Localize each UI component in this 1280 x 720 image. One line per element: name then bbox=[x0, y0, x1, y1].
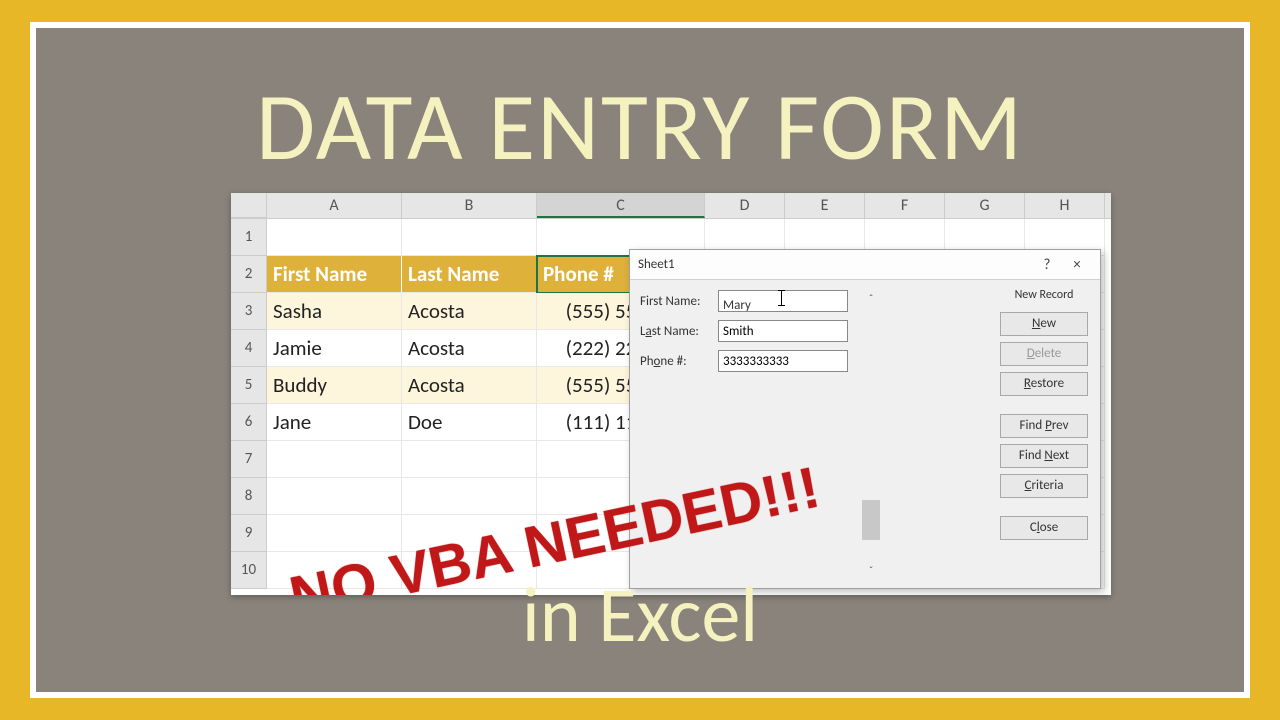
phone-label: Phone #: bbox=[640, 354, 718, 369]
select-all-corner[interactable] bbox=[231, 193, 267, 218]
chevron-up-icon[interactable]: ˆ bbox=[862, 290, 880, 308]
row-header[interactable]: 4 bbox=[231, 330, 267, 367]
first-name-field[interactable]: Mary bbox=[718, 290, 848, 312]
column-headers-row: A B C D E F G H bbox=[231, 193, 1111, 219]
cell-last-name[interactable]: Acosta bbox=[402, 293, 537, 330]
cell[interactable] bbox=[267, 441, 402, 478]
cell-last-name[interactable]: Acosta bbox=[402, 367, 537, 404]
row-header[interactable]: 3 bbox=[231, 293, 267, 330]
phone-field[interactable] bbox=[718, 350, 848, 372]
first-name-label: First Name: bbox=[640, 294, 718, 309]
cell-first-name[interactable]: Jane bbox=[267, 404, 402, 441]
last-name-field[interactable] bbox=[718, 320, 848, 342]
close-button[interactable]: Close bbox=[1000, 516, 1088, 540]
excel-screenshot: A B C D E F G H 1 bbox=[231, 193, 1111, 595]
record-scrollbar[interactable]: ˆ ˇ bbox=[862, 290, 880, 580]
last-name-label: Last Name: bbox=[640, 324, 718, 339]
row-header[interactable]: 5 bbox=[231, 367, 267, 404]
dialog-title: Sheet1 bbox=[638, 257, 1032, 272]
column-header-A[interactable]: A bbox=[267, 193, 402, 218]
cell-first-name[interactable]: Jamie bbox=[267, 330, 402, 367]
column-header-H[interactable]: H bbox=[1025, 193, 1105, 218]
row-header[interactable]: 8 bbox=[231, 478, 267, 515]
cell-last-name[interactable]: Acosta bbox=[402, 330, 537, 367]
scrollbar-thumb[interactable] bbox=[862, 500, 880, 540]
row-header[interactable]: 9 bbox=[231, 515, 267, 552]
new-button[interactable]: New bbox=[1000, 312, 1088, 336]
table-header-first-name[interactable]: First Name bbox=[267, 256, 402, 293]
text-cursor-icon bbox=[781, 290, 782, 306]
column-header-C[interactable]: C bbox=[537, 193, 705, 218]
row-header[interactable]: 6 bbox=[231, 404, 267, 441]
cell[interactable] bbox=[267, 219, 402, 256]
delete-button[interactable]: Delete bbox=[1000, 342, 1088, 366]
find-prev-button[interactable]: Find Prev bbox=[1000, 414, 1088, 438]
column-header-B[interactable]: B bbox=[402, 193, 537, 218]
cell-first-name[interactable]: Buddy bbox=[267, 367, 402, 404]
cell[interactable] bbox=[402, 515, 537, 552]
cell[interactable] bbox=[267, 515, 402, 552]
find-next-button[interactable]: Find Next bbox=[1000, 444, 1088, 468]
cell[interactable] bbox=[402, 478, 537, 515]
cell[interactable] bbox=[267, 478, 402, 515]
close-icon[interactable]: × bbox=[1062, 256, 1092, 274]
data-form-dialog: Sheet1 ? × First Name: Mary Last Name: P… bbox=[629, 249, 1101, 589]
column-header-G[interactable]: G bbox=[945, 193, 1025, 218]
cell-last-name[interactable]: Doe bbox=[402, 404, 537, 441]
row-header[interactable]: 7 bbox=[231, 441, 267, 478]
column-header-E[interactable]: E bbox=[785, 193, 865, 218]
help-button[interactable]: ? bbox=[1032, 256, 1062, 274]
cell[interactable] bbox=[402, 441, 537, 478]
row-header[interactable]: 1 bbox=[231, 219, 267, 256]
page-subtitle: in Excel bbox=[36, 567, 1244, 662]
row-header[interactable]: 2 bbox=[231, 256, 267, 293]
cell-first-name[interactable]: Sasha bbox=[267, 293, 402, 330]
restore-button[interactable]: Restore bbox=[1000, 372, 1088, 396]
column-header-F[interactable]: F bbox=[865, 193, 945, 218]
cell[interactable] bbox=[402, 219, 537, 256]
thumbnail-frame: DATA ENTRY FORM A B C D E F G H 1 bbox=[30, 22, 1250, 698]
dialog-titlebar[interactable]: Sheet1 ? × bbox=[630, 250, 1100, 280]
page-title: DATA ENTRY FORM bbox=[36, 68, 1244, 185]
table-header-last-name[interactable]: Last Name bbox=[402, 256, 537, 293]
column-header-D[interactable]: D bbox=[705, 193, 785, 218]
record-status: New Record bbox=[1000, 288, 1088, 302]
criteria-button[interactable]: Criteria bbox=[1000, 474, 1088, 498]
